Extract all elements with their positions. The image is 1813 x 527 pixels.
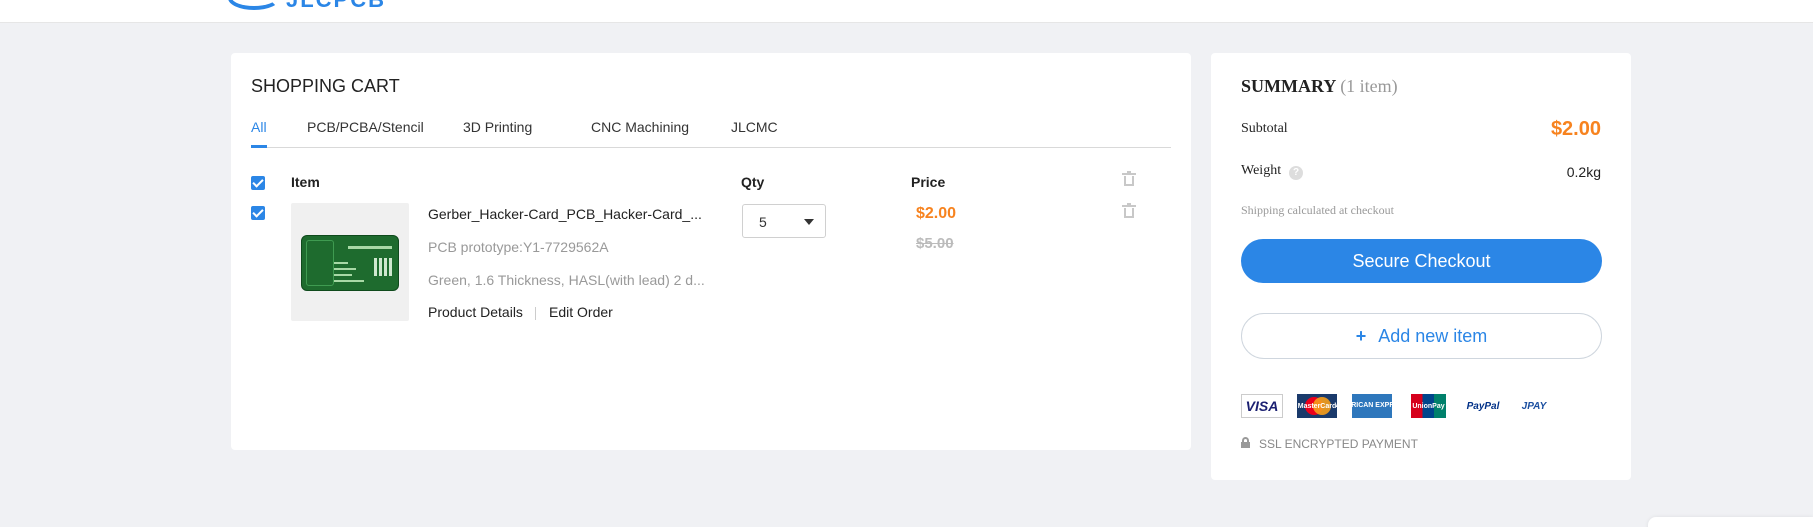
amex-icon: AMERICAN EXPRESS <box>1336 394 1408 418</box>
weight-value: 0.2kg <box>1566 164 1601 180</box>
weight-label: Weight <box>1241 163 1282 178</box>
help-icon[interactable]: ? <box>1289 166 1303 180</box>
tab-pcb-pcba-stencil[interactable]: PCB/PCBA/Stencil <box>307 119 424 135</box>
summary-title: SUMMARY (1 item) <box>1241 76 1398 97</box>
product-details-link[interactable]: Product Details <box>428 304 523 320</box>
cart-title: SHOPPING CART <box>251 76 400 96</box>
paypal-icon: PayPal <box>1466 400 1500 412</box>
add-new-item-button[interactable]: + Add new item <box>1241 313 1602 359</box>
summary-item-count: (1 item) <box>1340 76 1398 96</box>
quantity-select[interactable]: 5 <box>742 204 826 238</box>
logo-text: JLCPCB <box>286 0 386 11</box>
tabs-divider <box>251 147 1171 148</box>
jlcpcb-logo[interactable]: JLCPCB <box>228 0 384 11</box>
select-all-checkbox[interactable] <box>251 176 265 190</box>
tab-3d-printing[interactable]: 3D Printing <box>463 119 532 135</box>
column-item: Item <box>291 174 320 190</box>
chevron-down-icon <box>804 219 814 225</box>
shopping-cart-panel: SHOPPING CART All PCB/PCBA/Stencil 3D Pr… <box>231 53 1191 450</box>
shipping-note: Shipping calculated at checkout <box>1241 203 1394 217</box>
column-price: Price <box>911 174 946 190</box>
tab-all[interactable]: All <box>251 119 267 135</box>
mastercard-icon: MasterCard <box>1297 394 1337 418</box>
column-qty: Qty <box>741 174 765 190</box>
ssl-encrypted-text: SSL ENCRYPTED PAYMENT <box>1259 437 1418 451</box>
product-name[interactable]: Gerber_Hacker-Card_PCB_Hacker-Card_... <box>428 206 702 222</box>
add-new-item-label: Add new item <box>1378 326 1488 346</box>
item-price: $2.00 <box>916 205 957 222</box>
edit-order-link[interactable]: Edit Order <box>549 304 613 320</box>
cart-tabs: All PCB/PCBA/Stencil 3D Printing CNC Mac… <box>251 119 1171 202</box>
tab-all-underline <box>251 145 267 148</box>
tab-cnc-machining[interactable]: CNC Machining <box>591 119 689 135</box>
product-prototype: PCB prototype:Y1-7729562A <box>428 239 609 255</box>
visa-icon: VISA <box>1241 394 1283 418</box>
delete-item-trash-icon[interactable] <box>1122 203 1136 218</box>
order-summary-panel: SUMMARY (1 item) Subtotal $2.00 Weight ?… <box>1211 53 1631 480</box>
mastercard-label: MasterCard <box>1297 402 1337 410</box>
top-header: JLCPCB <box>0 0 1813 23</box>
link-separator <box>535 307 536 320</box>
summary-title-text: SUMMARY <box>1241 76 1336 96</box>
logo-mark-icon <box>228 0 280 10</box>
floating-widget[interactable] <box>1648 517 1813 527</box>
delete-all-trash-icon[interactable] <box>1122 171 1136 186</box>
item-checkbox[interactable] <box>251 206 265 220</box>
tab-jlcmc[interactable]: JLCMC <box>731 119 778 135</box>
item-original-price: $5.00 <box>916 235 954 252</box>
jpay-icon: JPAY <box>1521 400 1547 412</box>
product-specs: Green, 1.6 Thickness, HASL(with lead) 2 … <box>428 272 705 288</box>
unionpay-icon: UnionPay <box>1411 394 1446 418</box>
product-thumbnail[interactable] <box>291 203 409 321</box>
secure-checkout-button[interactable]: Secure Checkout <box>1241 239 1602 283</box>
plus-icon: + <box>1355 326 1367 346</box>
lock-icon <box>1241 437 1250 448</box>
pcb-image <box>301 235 399 291</box>
quantity-value: 5 <box>759 214 767 230</box>
subtotal-label: Subtotal <box>1241 121 1288 136</box>
subtotal-value: $2.00 <box>1550 118 1601 140</box>
